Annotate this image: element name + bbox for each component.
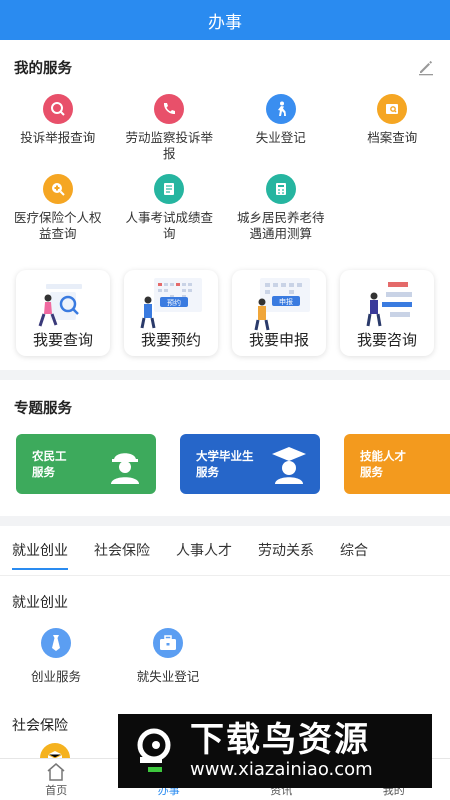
graduate-cap-icon	[272, 447, 306, 484]
appointment-chip: 预约	[167, 298, 181, 307]
calculator-icon	[265, 174, 296, 204]
service-labor-inspection[interactable]: 劳动监察投诉举报	[114, 94, 226, 174]
category-item-startup[interactable]: 创业服务	[0, 628, 112, 685]
exam-icon	[154, 174, 185, 204]
divider	[0, 516, 450, 526]
category-label: 创业服务	[30, 669, 81, 684]
topic-graduates[interactable]: 大学毕业生 服务	[180, 434, 320, 494]
topic-line: 服务	[196, 465, 219, 479]
action-label: 我要预约	[140, 331, 201, 349]
tab-labor-relations[interactable]: 劳动关系	[258, 526, 314, 576]
watermark-title: 下载鸟资源	[190, 720, 370, 760]
app-header: 办事	[0, 0, 450, 40]
topic-line: 技能人才	[360, 449, 406, 463]
topic-line: 服务	[360, 465, 383, 479]
topic-line: 农民工	[32, 449, 67, 463]
service-label: 失业登记	[255, 130, 306, 145]
service-complaint-query[interactable]: 投诉举报查询	[2, 94, 114, 174]
topic-services-title: 专题服务	[14, 400, 72, 417]
action-label: 我要申报	[248, 331, 309, 349]
search-icon	[42, 94, 73, 124]
briefcase-icon	[153, 628, 183, 658]
topic-text: 技能人才 服务	[360, 448, 406, 480]
category-item-employment-registration[interactable]: 就失业登记	[112, 628, 224, 685]
bird-logo-icon	[137, 728, 171, 772]
my-services-title: 我的服务	[14, 60, 72, 77]
tie-icon	[41, 628, 71, 658]
my-services-grid: 投诉举报查询 劳动监察投诉举报 失业登记 档案查询 医疗保险个人权益查询 人事考…	[0, 94, 450, 254]
page-title: 办事	[208, 12, 242, 33]
action-query[interactable]: 我要查询	[16, 270, 110, 356]
topic-text: 农民工 服务	[32, 448, 67, 480]
service-label: 投诉举报查询	[20, 130, 96, 145]
topic-migrant-workers[interactable]: 农民工 服务	[16, 434, 156, 494]
nav-home[interactable]: 首页	[0, 759, 113, 800]
category-title: 就业创业	[0, 576, 450, 620]
tab-comprehensive[interactable]: 综合	[340, 526, 368, 576]
action-label: 我要咨询	[356, 331, 417, 349]
quick-actions: 我要查询 预约 我要预约 申报 我要申报 我要咨询	[0, 254, 450, 370]
topic-line: 服务	[32, 465, 55, 479]
service-archive-query[interactable]: 档案查询	[337, 94, 449, 174]
walking-person-icon	[265, 94, 296, 124]
file-search-icon	[377, 94, 408, 124]
home-icon	[47, 763, 65, 781]
topic-line: 大学毕业生	[196, 449, 254, 463]
category-label: 就失业登记	[136, 669, 200, 684]
worker-icon	[111, 453, 139, 484]
tab-employment[interactable]: 就业创业	[12, 526, 68, 576]
service-medical-insurance-query[interactable]: 医疗保险个人权益查询	[2, 174, 114, 254]
category-tabs: 就业创业 社会保险 人事人才 劳动关系 综合	[0, 526, 450, 576]
edit-icon[interactable]	[416, 57, 436, 77]
action-declare[interactable]: 申报 我要申报	[232, 270, 326, 356]
service-label: 医疗保险个人权益查询	[13, 210, 102, 241]
topic-services-header: 专题服务	[0, 380, 450, 434]
nav-label: 首页	[45, 784, 68, 797]
declare-chip: 申报	[279, 297, 293, 306]
topic-services-section: 专题服务 农民工 服务 大学毕业生 服务 技能人才 服务	[0, 380, 450, 516]
tab-personnel[interactable]: 人事人才	[176, 526, 232, 576]
action-consult[interactable]: 我要咨询	[340, 270, 434, 356]
service-label: 劳动监察投诉举报	[125, 130, 213, 161]
tab-social-insurance[interactable]: 社会保险	[94, 526, 150, 576]
my-services-header: 我的服务	[0, 40, 450, 94]
watermark-banner: 下载鸟资源 www.xiazainiao.com	[118, 714, 432, 788]
service-label: 人事考试成绩查询	[125, 210, 213, 241]
phone-icon	[154, 94, 185, 124]
action-label: 我要查询	[32, 331, 93, 349]
topic-text: 大学毕业生 服务	[196, 448, 254, 480]
service-unemployment-registration[interactable]: 失业登记	[225, 94, 337, 174]
my-services-section: 我的服务 投诉举报查询 劳动监察投诉举报 失业登记 档案查询 医疗保险个人权益查…	[0, 40, 450, 370]
divider	[0, 370, 450, 380]
service-label: 城乡居民养老待遇通用测算	[236, 210, 325, 241]
action-appointment[interactable]: 预约 我要预约	[124, 270, 218, 356]
service-pension-calculation[interactable]: 城乡居民养老待遇通用测算	[225, 174, 337, 254]
medical-search-icon	[42, 174, 73, 204]
watermark-text: 下载鸟资源 www.xiazainiao.com	[190, 721, 373, 781]
watermark-url: www.xiazainiao.com	[190, 759, 373, 780]
service-label: 档案查询	[367, 130, 418, 145]
topic-skilled-talent[interactable]: 技能人才 服务	[344, 434, 450, 494]
category-grid: 创业服务 就失业登记	[0, 620, 450, 699]
service-exam-score-query[interactable]: 人事考试成绩查询	[114, 174, 226, 254]
topic-cards: 农民工 服务 大学毕业生 服务 技能人才 服务	[0, 434, 450, 516]
